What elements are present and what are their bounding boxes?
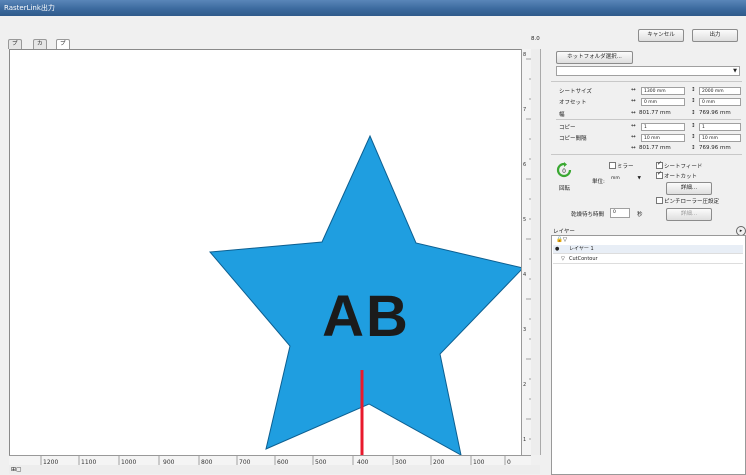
mirror-label: ミラー xyxy=(617,164,634,170)
sheet-feed-checkbox[interactable] xyxy=(656,160,663,169)
sheet-size-label: シートサイズ xyxy=(559,89,592,95)
artwork-text: AB xyxy=(322,284,410,349)
copy-label: コピー xyxy=(559,125,576,131)
detail-button[interactable]: 詳細... xyxy=(666,182,712,195)
sheet-feed-label: シートフィード xyxy=(664,164,703,170)
mirror-checkbox[interactable] xyxy=(609,162,616,169)
seconds-label: 秒 xyxy=(637,212,643,218)
view-mode-icon[interactable]: ⊞▢ xyxy=(11,466,22,473)
svg-text:0: 0 xyxy=(562,168,566,175)
height-arrow-icon: ↕ xyxy=(691,145,696,151)
rotate-label: 回転 xyxy=(559,186,571,192)
width-arrow-icon: ↔ xyxy=(631,145,636,151)
v-tick-label: 8 xyxy=(523,52,526,58)
zoom-value: 8.0 xyxy=(531,36,540,42)
dry-time-field[interactable]: 0 xyxy=(610,208,630,218)
offset-x-field[interactable]: 0 mm xyxy=(641,98,685,106)
v-tick-label: 6 xyxy=(523,162,526,168)
height-arrow-icon: ↕ xyxy=(691,123,696,129)
horizontal-scrollbar[interactable]: ⊞▢ xyxy=(9,465,540,474)
hotfolder-dropdown[interactable]: ▼ xyxy=(556,66,740,76)
unit-label: 単位: xyxy=(592,179,605,185)
window-title: RasterLink出力 xyxy=(4,4,55,12)
v-tick-label: 1 xyxy=(523,437,526,443)
artwork-svg: AB xyxy=(208,134,522,456)
width-arrow-icon: ↔ xyxy=(631,123,636,129)
height-arrow-icon: ↕ xyxy=(691,98,696,104)
height-arrow-icon: ↕ xyxy=(691,134,696,140)
hotfolder-select-button[interactable]: ホットフォルダ選択... xyxy=(556,51,633,64)
lock-icon[interactable]: ● xyxy=(555,245,559,253)
width-label: 幅 xyxy=(559,112,565,118)
vertical-scrollbar[interactable] xyxy=(531,49,541,455)
v-tick-label: 7 xyxy=(523,107,526,113)
v-tick-label: 2 xyxy=(523,382,526,388)
width-arrow-icon: ↔ xyxy=(631,134,636,140)
chevron-down-icon: ▼ xyxy=(733,68,737,74)
visibility-icon[interactable]: ▽ xyxy=(561,255,565,263)
chevron-down-icon: ▼ xyxy=(637,176,641,181)
unit-select[interactable]: mm ▼ xyxy=(609,175,641,184)
sheet-height-field[interactable]: 2000 mm xyxy=(699,87,741,95)
sheet-width-field[interactable]: 1300 mm xyxy=(641,87,685,95)
width-arrow-icon: ↔ xyxy=(631,87,636,93)
cancel-button[interactable]: キャンセル xyxy=(638,29,684,42)
tab-print[interactable]: プリント xyxy=(8,39,22,74)
lock-and-visibility-icons: 🔒▽ xyxy=(556,237,568,243)
height-value: 769.96 mm xyxy=(699,110,731,116)
rotate-button[interactable]: 0 xyxy=(556,162,572,178)
window-titlebar: RasterLink出力 xyxy=(0,0,746,16)
total-width-value: 801.77 mm xyxy=(639,145,671,151)
dry-time-label: 乾燥待ち時間 xyxy=(571,212,605,218)
detail-button-disabled: 詳細... xyxy=(666,208,712,221)
copy-gap-label: コピー間隔 xyxy=(559,136,587,142)
auto-cut-checkbox[interactable] xyxy=(656,170,663,179)
copy-x-field[interactable]: 1 xyxy=(641,123,685,131)
auto-cut-label: オートカット xyxy=(664,174,698,180)
v-tick-label: 4 xyxy=(523,272,526,278)
copy-y-field[interactable]: 1 xyxy=(699,123,741,131)
offset-y-field[interactable]: 0 mm xyxy=(699,98,741,106)
layers-list xyxy=(551,235,746,475)
rotate-icon: 0 xyxy=(556,162,572,178)
height-arrow-icon: ↕ xyxy=(691,87,696,93)
gap-y-field[interactable]: 10 mm xyxy=(699,134,741,142)
pinch-roller-label: ピンチローラー圧設定 xyxy=(664,199,720,205)
pinch-roller-checkbox[interactable] xyxy=(656,197,663,204)
width-value: 801.77 mm xyxy=(639,110,671,116)
tab-cut[interactable]: カット xyxy=(33,39,47,65)
width-arrow-icon: ↔ xyxy=(631,98,636,104)
height-arrow-icon: ↕ xyxy=(691,110,696,116)
v-tick-label: 3 xyxy=(523,327,526,333)
width-arrow-icon: ↔ xyxy=(631,110,636,116)
gap-x-field[interactable]: 10 mm xyxy=(641,134,685,142)
v-tick-label: 5 xyxy=(523,217,526,223)
layers-panel-title: レイヤー xyxy=(553,229,575,235)
layer-row[interactable]: ▽ CutContour xyxy=(553,255,743,264)
output-button[interactable]: 出力 xyxy=(692,29,738,42)
layer-row[interactable]: ● レイヤー 1 xyxy=(553,245,743,254)
offset-label: オフセット xyxy=(559,100,587,106)
total-height-value: 769.96 mm xyxy=(699,145,731,151)
preview-canvas[interactable]: AB xyxy=(9,49,523,457)
